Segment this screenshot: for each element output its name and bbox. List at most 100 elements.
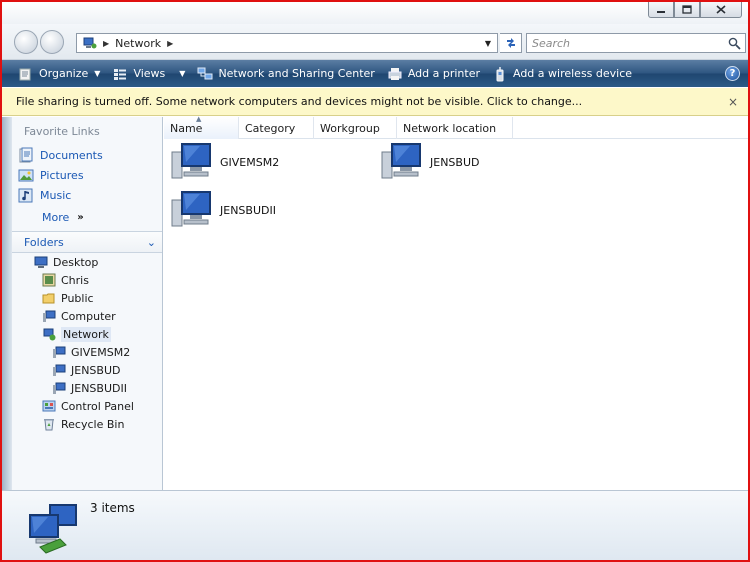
column-header-label: Name: [170, 121, 203, 135]
back-button[interactable]: [14, 30, 38, 54]
breadcrumb-arrow-icon[interactable]: ▶: [167, 39, 173, 48]
column-header-label: Workgroup: [320, 121, 380, 135]
maximize-button[interactable]: [674, 2, 700, 18]
computer-icon: [381, 143, 421, 179]
refresh-icon: [506, 38, 515, 48]
tree-item-label: Public: [61, 291, 94, 305]
pictures-icon: [18, 169, 34, 182]
folder-icon: [42, 293, 55, 304]
desktop-icon: [34, 256, 48, 268]
tree-item-computer[interactable]: Computer: [42, 307, 116, 325]
network-item-jensbudii[interactable]: JENSBUDII: [170, 188, 276, 232]
computer-icon: [171, 191, 211, 227]
content-area[interactable]: GIVEMSM2 JENSBUD JENSBUDII: [164, 140, 748, 490]
close-button[interactable]: [700, 2, 742, 18]
network-icon: [43, 328, 56, 341]
info-bar[interactable]: File sharing is turned off. Some network…: [2, 88, 748, 116]
network-item-jensbud[interactable]: JENSBUD: [380, 140, 479, 184]
control-panel-icon: [42, 400, 56, 412]
views-button[interactable]: Views ▼: [106, 60, 191, 87]
network-item-label: JENSBUD: [430, 155, 480, 169]
user-folder-icon: [42, 273, 56, 287]
tree-item-control-panel[interactable]: Control Panel: [42, 397, 134, 415]
tree-item-givemsm2[interactable]: GIVEMSM2: [52, 343, 130, 361]
tree-item-recycle-bin[interactable]: Recycle Bin: [42, 415, 124, 433]
breadcrumb-network[interactable]: Network: [115, 37, 161, 50]
column-header-network-location[interactable]: Network location: [397, 117, 513, 139]
favorite-link-label: Documents: [40, 148, 103, 162]
sort-ascending-icon: ▲: [196, 115, 202, 123]
tree-item-label: GIVEMSM2: [71, 345, 131, 359]
info-bar-message[interactable]: File sharing is turned off. Some network…: [16, 95, 582, 108]
network-sharing-center-button[interactable]: Network and Sharing Center: [191, 60, 380, 87]
column-header-category[interactable]: Category: [239, 117, 314, 139]
tree-item-jensbudii[interactable]: JENSBUDII: [52, 379, 127, 397]
forward-button[interactable]: [40, 30, 64, 54]
add-wireless-label: Add a wireless device: [512, 67, 633, 80]
more-label: More: [42, 210, 70, 224]
tree-item-public[interactable]: Public: [42, 289, 94, 307]
favorite-links-more[interactable]: More »: [42, 207, 84, 227]
search-placeholder: Search: [532, 36, 571, 50]
add-wireless-device-button[interactable]: Add a wireless device: [486, 60, 638, 87]
tree-item-network[interactable]: Network: [42, 325, 111, 343]
printer-icon: [388, 67, 402, 80]
favorite-link-documents[interactable]: Documents: [18, 145, 103, 165]
tree-item-label: Control Panel: [61, 399, 134, 413]
wireless-device-icon: [496, 66, 504, 81]
tree-item-jensbud[interactable]: JENSBUD: [52, 361, 120, 379]
caption-buttons: [648, 2, 742, 18]
tree-item-desktop[interactable]: Desktop: [34, 253, 98, 271]
title-bar[interactable]: [2, 2, 748, 24]
tree-item-label: JENSBUDII: [71, 381, 127, 395]
chevron-down-icon: ▼: [179, 69, 186, 78]
organize-button[interactable]: Organize ▼: [12, 60, 106, 87]
tree-item-chris[interactable]: Chris: [42, 271, 89, 289]
computer-icon: [53, 382, 66, 394]
music-icon: [18, 188, 33, 203]
organize-label: Organize: [39, 67, 89, 80]
double-chevron-icon: »: [77, 211, 84, 223]
organize-icon: [19, 68, 31, 80]
refresh-button[interactable]: [500, 33, 522, 53]
favorite-link-pictures[interactable]: Pictures: [18, 165, 84, 185]
breadcrumb-arrow-icon[interactable]: ▶: [103, 39, 109, 48]
network-item-label: JENSBUDII: [220, 203, 276, 217]
maximize-icon: [682, 5, 692, 14]
recycle-bin-icon: [44, 419, 54, 431]
computer-icon: [43, 310, 56, 322]
search-icon[interactable]: [728, 37, 741, 50]
add-printer-button[interactable]: Add a printer: [381, 60, 486, 87]
column-header-workgroup[interactable]: Workgroup: [314, 117, 397, 139]
minimize-button[interactable]: [648, 2, 674, 18]
tree-item-label: JENSBUD: [71, 363, 121, 377]
address-dropdown-icon[interactable]: ▼: [485, 39, 491, 48]
documents-icon: [19, 147, 33, 163]
add-printer-label: Add a printer: [407, 67, 480, 80]
network-icon: [29, 504, 77, 554]
navigation-pane: Favorite Links Documents Pictures Music …: [12, 117, 163, 490]
chevron-down-icon[interactable]: ⌄: [147, 236, 156, 249]
chevron-down-icon: ▼: [94, 69, 101, 78]
tree-item-label: Recycle Bin: [61, 417, 125, 431]
favorite-link-music[interactable]: Music: [18, 185, 71, 205]
network-item-label: GIVEMSM2: [220, 155, 280, 169]
command-bar: Organize ▼ Views ▼ Network and Sharing C…: [2, 60, 748, 87]
tree-item-label: Desktop: [53, 255, 99, 269]
explorer-window: ▶ Network ▶ ▼ Search Organize ▼ Views ▼ …: [0, 0, 750, 562]
help-button[interactable]: ?: [725, 66, 740, 81]
network-sharing-label: Network and Sharing Center: [218, 67, 375, 80]
column-header-name[interactable]: ▲ Name: [164, 115, 239, 139]
address-bar[interactable]: ▶ Network ▶ ▼: [76, 33, 498, 53]
network-sharing-icon: [197, 67, 213, 79]
info-bar-close-icon[interactable]: ×: [728, 95, 738, 109]
folders-header[interactable]: Folders ⌄: [12, 231, 162, 253]
details-pane: 3 items: [2, 490, 748, 560]
column-header-label: Category: [245, 121, 296, 135]
favorite-link-label: Pictures: [40, 168, 84, 182]
address-row: ▶ Network ▶ ▼ Search: [2, 24, 748, 60]
tree-item-label: Chris: [61, 273, 89, 287]
search-input[interactable]: Search: [526, 33, 746, 53]
column-header-label: Network location: [403, 121, 497, 135]
network-item-givemsm2[interactable]: GIVEMSM2: [170, 140, 279, 184]
